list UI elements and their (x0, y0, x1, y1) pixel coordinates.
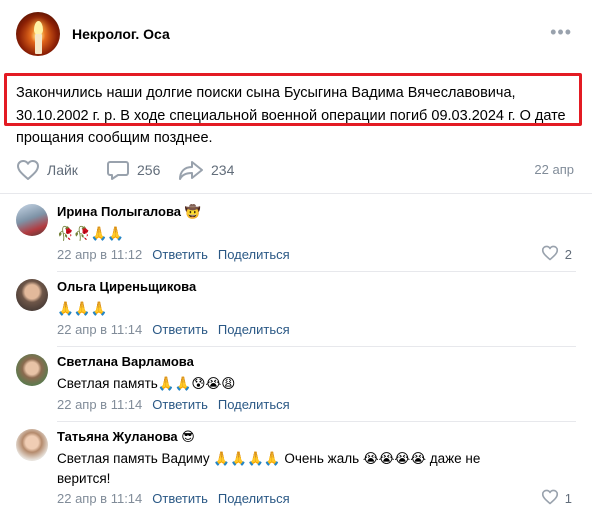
comment-time[interactable]: 22 апр в 11:14 (57, 397, 142, 412)
comment-meta: 22 апр в 11:14 Ответить Поделиться (57, 322, 290, 337)
heart-icon (541, 489, 559, 508)
like-label: Лайк (47, 162, 78, 178)
share-button[interactable]: 234 (178, 156, 234, 184)
candle-flame (34, 21, 43, 35)
heart-icon (541, 245, 559, 264)
candle (35, 34, 42, 54)
comment-time[interactable]: 22 апр в 11:14 (57, 491, 142, 506)
comment-author[interactable]: Татьяна Жуланова 😎 (57, 429, 195, 445)
reply-link[interactable]: Ответить (152, 322, 208, 337)
comments-count: 256 (137, 162, 161, 178)
more-icon[interactable]: ••• (550, 22, 572, 43)
comment: Татьяна Жуланова 😎 Светлая память Вадиму… (16, 429, 576, 509)
comment-text: Светлая память🙏🙏😰😭😩 (57, 376, 236, 391)
avatar[interactable] (16, 429, 48, 461)
comment-text: 🥀🥀🙏🙏 (57, 226, 125, 241)
comment-text: 🙏🙏🙏 (57, 301, 108, 316)
group-name[interactable]: Некролог. Оса (72, 26, 170, 42)
comment-like-button[interactable]: 2 (541, 245, 572, 264)
shares-count: 234 (211, 162, 235, 178)
reply-link[interactable]: Ответить (152, 397, 208, 412)
comment: Ирина Полыгалова 🤠 🥀🥀🙏🙏 22 апр в 11:12 От… (16, 204, 576, 272)
share-link[interactable]: Поделиться (218, 491, 290, 506)
share-link[interactable]: Поделиться (218, 397, 290, 412)
share-link[interactable]: Поделиться (218, 247, 290, 262)
like-button[interactable]: Лайк (16, 156, 78, 184)
share-icon (178, 159, 204, 181)
avatar[interactable] (16, 279, 48, 311)
comments-divider (0, 193, 592, 194)
comment: Ольга Циреньщикова 🙏🙏🙏 22 апр в 11:14 Отв… (16, 279, 576, 347)
comment-separator (57, 271, 576, 272)
avatar[interactable] (16, 354, 48, 386)
comment-separator (57, 346, 576, 347)
comment-text: Светлая память Вадиму 🙏🙏🙏🙏 Очень жаль 😭😭… (57, 451, 481, 486)
comment: Светлана Варламова Светлая память🙏🙏😰😭😩 2… (16, 354, 576, 422)
share-link[interactable]: Поделиться (218, 322, 290, 337)
avatar[interactable] (16, 204, 48, 236)
post-actions: Лайк 256 234 22 апр (16, 156, 576, 184)
comments-button[interactable]: 256 (106, 156, 160, 184)
group-avatar[interactable] (16, 12, 60, 56)
comment-meta: 22 апр в 11:14 Ответить Поделиться (57, 397, 290, 412)
comment-icon (106, 159, 130, 181)
comment-like-button[interactable]: 1 (541, 489, 572, 508)
post-header: Некролог. Оса ••• (16, 12, 576, 60)
post-date[interactable]: 22 апр (534, 162, 574, 177)
comment-meta: 22 апр в 11:14 Ответить Поделиться (57, 491, 290, 506)
comment-author[interactable]: Светлана Варламова (57, 354, 194, 369)
comment-meta: 22 апр в 11:12 Ответить Поделиться (57, 247, 290, 262)
comment-separator (57, 421, 576, 422)
comment-time[interactable]: 22 апр в 11:14 (57, 322, 142, 337)
reply-link[interactable]: Ответить (152, 491, 208, 506)
comment-time[interactable]: 22 апр в 11:12 (57, 247, 142, 262)
comment-author[interactable]: Ольга Циреньщикова (57, 279, 196, 294)
post-text: Закончились наши долгие поиски сына Бусы… (16, 85, 566, 146)
heart-icon (16, 159, 40, 181)
comment-like-count: 1 (564, 491, 572, 506)
comment-author[interactable]: Ирина Полыгалова 🤠 (57, 204, 201, 220)
comment-like-count: 2 (564, 247, 572, 262)
reply-link[interactable]: Ответить (152, 247, 208, 262)
